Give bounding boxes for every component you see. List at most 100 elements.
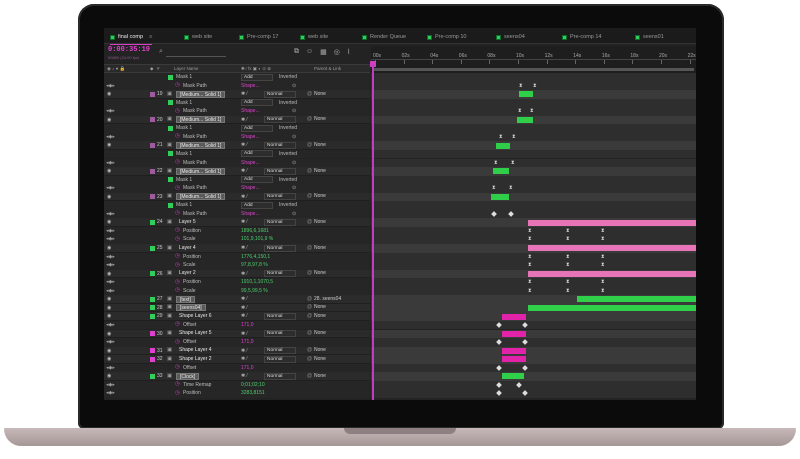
property-row[interactable]: Mask 1 Add Inverted: [104, 124, 696, 133]
visibility-eye-icon[interactable]: ◉: [107, 194, 111, 200]
parent-select[interactable]: None: [314, 91, 326, 97]
stopwatch-icon[interactable]: ◷: [175, 159, 180, 165]
timeline-track[interactable]: [371, 167, 696, 176]
pick-whip-icon[interactable]: @: [307, 373, 312, 379]
parent-select[interactable]: None: [314, 193, 326, 199]
keyframe-hold[interactable]: ⧗: [528, 254, 532, 260]
layer-switches[interactable]: ✱ ⁄: [241, 313, 247, 319]
layer-row[interactable]: ◉ 27 ▣ [text] ✱ ⁄ @28. seens04: [104, 295, 696, 304]
timeline-track[interactable]: ⧗ ⧗ ⧗: [371, 235, 696, 244]
layer-duration-bar[interactable]: [528, 270, 696, 277]
keyframe-diamond[interactable]: [496, 322, 502, 328]
property-row[interactable]: Mask 1 Add Inverted: [104, 73, 696, 82]
keyframe-navigator[interactable]: ◂◆▸: [106, 236, 115, 242]
property-value[interactable]: Shape...: [241, 185, 260, 191]
keyframe-navigator[interactable]: ◂◆▸: [106, 83, 115, 89]
keyframe-diamond[interactable]: [496, 339, 502, 345]
visibility-eye-icon[interactable]: ◉: [107, 331, 111, 337]
layer-duration-bar[interactable]: [528, 245, 696, 252]
keyframe-hold[interactable]: ⧗: [528, 279, 532, 285]
layer-switches[interactable]: ✱ ⁄: [241, 91, 247, 97]
property-value[interactable]: 3283,8151: [241, 390, 265, 396]
search-icon[interactable]: ⌕: [159, 48, 163, 56]
visibility-eye-icon[interactable]: ◉: [107, 142, 111, 148]
layer-duration-bar[interactable]: [491, 193, 509, 200]
parent-select[interactable]: None: [314, 168, 326, 174]
stopwatch-icon[interactable]: ◷: [175, 227, 180, 233]
keyframe-navigator[interactable]: ◂◆▸: [106, 108, 115, 114]
layer-duration-bar[interactable]: [496, 142, 510, 149]
tab-7[interactable]: Pre-comp 14: [562, 32, 602, 42]
blend-mode-select[interactable]: Normal: [264, 244, 296, 252]
layer-name[interactable]: Shape Layer 6: [176, 313, 215, 320]
property-row[interactable]: ◷ ◂◆▸ Offset 171,0: [104, 363, 696, 373]
layer-name[interactable]: [Medium... Solid 1]: [176, 116, 226, 124]
layer-duration-bar[interactable]: [502, 347, 526, 354]
label-color-swatch[interactable]: [150, 313, 155, 319]
visibility-eye-icon[interactable]: ◉: [107, 168, 111, 174]
property-row[interactable]: ◷ ◂◆▸ Position 1910,1,1070,5 ⧗ ⧗ ⧗: [104, 278, 696, 287]
parent-select[interactable]: None: [314, 347, 326, 353]
property-value[interactable]: Shape...: [241, 108, 260, 114]
blend-mode-select[interactable]: Normal: [264, 372, 296, 380]
pick-whip-icon[interactable]: @: [307, 304, 312, 310]
parent-select[interactable]: None: [314, 330, 326, 336]
layer-name[interactable]: [Medium... Solid 1]: [176, 193, 226, 201]
keyframe-diamond[interactable]: [491, 210, 497, 217]
layer-switches[interactable]: ✱ ⁄: [241, 296, 247, 302]
stopwatch-icon[interactable]: ◷: [175, 339, 180, 345]
stopwatch-icon[interactable]: ◷: [175, 210, 180, 216]
tab-6[interactable]: seens04: [496, 32, 525, 42]
property-row[interactable]: ◷ ◂◆▸ Mask Path Shape... ⊙ ⧗ ⧗: [104, 184, 696, 193]
stopwatch-icon[interactable]: ◷: [175, 253, 180, 259]
keyframe-hold[interactable]: ⧗: [566, 279, 570, 285]
pick-whip-icon[interactable]: @: [307, 245, 312, 251]
keyframe-hold[interactable]: ⧗: [494, 160, 498, 166]
keyframe-diamond[interactable]: [522, 364, 528, 371]
layer-row[interactable]: ◉ 31 ▣ Shape Layer 4 ✱ ⁄ Normal @ None: [104, 346, 696, 356]
blend-mode-select[interactable]: Normal: [264, 167, 296, 175]
keyframe-hold[interactable]: ⧗: [601, 228, 605, 234]
expression-icon[interactable]: ⊙: [292, 83, 296, 89]
keyframe-hold[interactable]: ⧗: [601, 288, 605, 294]
property-row[interactable]: ◷ ◂◆▸ Mask Path Shape... ⊙ ⧗ ⧗: [104, 132, 696, 142]
pick-whip-icon[interactable]: @: [307, 356, 312, 362]
timeline-track[interactable]: ⧗ ⧗: [371, 158, 696, 167]
stopwatch-icon[interactable]: ◷: [175, 185, 180, 191]
stopwatch-icon[interactable]: ◷: [175, 390, 180, 396]
layer-row[interactable]: ◉ 33 ▣ [Clock] ✱ ⁄ Normal @ None: [104, 372, 696, 381]
layer-row[interactable]: ◉ 23 ▣ [Medium... Solid 1] ✱ ⁄ Normal @ None: [104, 192, 696, 202]
timeline-track[interactable]: [371, 372, 696, 381]
parent-select[interactable]: None: [314, 219, 326, 225]
timeline-track[interactable]: [371, 98, 696, 108]
mask-mode-select[interactable]: Add: [241, 73, 273, 81]
layer-name[interactable]: [seens04]: [176, 304, 206, 312]
keyframe-navigator[interactable]: ◂◆▸: [106, 254, 115, 260]
property-value[interactable]: 1910,1,1070,5: [241, 279, 273, 285]
blend-mode-select[interactable]: Normal: [264, 270, 296, 278]
pick-whip-icon[interactable]: @: [307, 142, 312, 148]
keyframe-hold[interactable]: ⧗: [601, 262, 605, 268]
keyframe-diamond[interactable]: [496, 381, 502, 388]
parent-select[interactable]: None: [314, 304, 326, 310]
label-color-swatch[interactable]: [150, 117, 155, 123]
layer-name[interactable]: [text]: [176, 295, 195, 303]
layer-row[interactable]: ◉ 25 ▣ Layer 4 ✱ ⁄ Normal @ None: [104, 244, 696, 253]
property-row[interactable]: ◷ ◂◆▸ Position 1776,4,150,1 ⧗ ⧗ ⧗: [104, 252, 696, 262]
pick-whip-icon[interactable]: @: [307, 270, 312, 276]
property-row[interactable]: ◷ ◂◆▸ Offset 171,0: [104, 338, 696, 347]
keyframe-hold[interactable]: ⧗: [528, 288, 532, 294]
label-color-swatch[interactable]: [150, 331, 155, 336]
keyframe-navigator[interactable]: ◂◆▸: [106, 365, 115, 371]
pick-whip-icon[interactable]: @: [307, 330, 312, 336]
timeline-track[interactable]: [371, 363, 696, 373]
stopwatch-icon[interactable]: ◷: [175, 262, 180, 268]
tab-1[interactable]: web site: [184, 32, 212, 42]
property-row[interactable]: ◷ ◂◆▸ Time Remap 0;01;02;10: [104, 380, 696, 390]
visibility-eye-icon[interactable]: ◉: [107, 219, 111, 225]
blend-mode-select[interactable]: Normal: [264, 90, 296, 98]
mask-inverted-checkbox[interactable]: Inverted: [279, 74, 297, 80]
timeline-track[interactable]: [371, 312, 696, 321]
keyframe-hold[interactable]: ⧗: [530, 108, 534, 114]
timeline-track[interactable]: [371, 346, 696, 356]
